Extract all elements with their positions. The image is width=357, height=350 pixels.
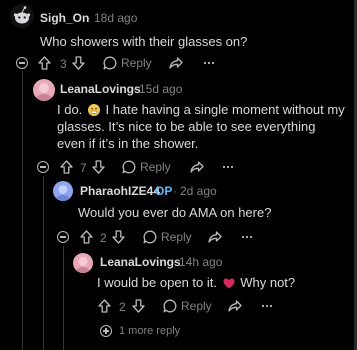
share-icon [169,57,183,69]
snoo-avatar-icon [13,6,31,24]
user-avatar-icon [76,257,90,273]
vote-count: 2 [100,231,107,245]
comment-body: I do. I hate having a single moment with… [57,101,347,152]
comment-username[interactable]: Sigh_On [40,11,89,25]
upvote-button[interactable] [60,160,73,174]
thread-line [63,246,64,350]
downvote-button[interactable] [132,299,145,313]
comment-separator: · [173,184,177,198]
more-replies-link[interactable]: 1 more reply [100,325,180,337]
share-button[interactable] [208,231,222,243]
more-options-button[interactable] [203,57,215,69]
share-icon [228,300,242,312]
more-icon [222,165,234,169]
collapse-icon[interactable] [57,231,69,243]
reply-button[interactable]: Reply [163,299,212,313]
reply-bubble-icon [143,230,157,244]
reply-label: Reply [121,56,152,70]
op-badge: OP [155,184,173,198]
more-options-button[interactable] [261,300,273,312]
comment-body-text: I hate having a single moment without my… [57,102,345,151]
avatar[interactable] [53,181,73,201]
reply-bubble-icon [122,160,136,174]
thread-line [43,176,44,350]
comment-body-text: Why not? [236,275,296,290]
avatar[interactable] [10,4,34,28]
comment-username[interactable]: LeanaLovings [100,255,181,269]
collapse-icon[interactable] [37,161,49,173]
upvote-button[interactable] [80,230,93,244]
grimacing-face-emoji-icon [87,104,100,116]
more-icon [203,61,215,65]
downvote-icon [132,299,145,313]
upvote-icon [38,56,51,70]
vote-count: 3 [60,57,67,71]
comment-timestamp: 14h ago [179,255,223,269]
upvote-button[interactable] [38,56,51,70]
comment-timestamp: 15d ago [139,82,183,96]
comment-separator: · [132,82,136,96]
vote-count: 2 [119,300,126,314]
reply-label: Reply [181,299,212,313]
reply-label: Reply [161,230,192,244]
downvote-button[interactable] [72,56,85,70]
downvote-icon [72,56,85,70]
user-avatar-icon [36,83,52,101]
comment-username[interactable]: LeanaLovings [60,82,141,96]
avatar[interactable] [33,79,55,101]
vote-count: 7 [80,161,87,175]
collapse-icon[interactable] [16,57,28,69]
share-icon [190,161,204,173]
comment-timestamp: 2d ago [180,184,217,198]
downvote-button[interactable] [92,160,105,174]
more-icon [261,304,273,308]
reply-button[interactable]: Reply [143,230,192,244]
more-options-button[interactable] [222,161,234,173]
reply-button[interactable]: Reply [103,56,152,70]
share-button[interactable] [169,57,183,69]
comment-body: Who showers with their glasses on? [40,34,248,49]
comment-body-text: I would be open to it. [97,275,217,290]
comment-separator: · [172,255,176,269]
upvote-icon [80,230,93,244]
thread-line [22,71,23,350]
downvote-icon [112,230,125,244]
more-icon [241,235,253,239]
comment-body-text: I do. [57,102,83,117]
user-avatar-icon [56,185,70,201]
comment-timestamp: 18d ago [94,11,138,25]
share-button[interactable] [228,300,242,312]
comment-body: I would be open to it. Why not? [97,274,347,291]
comment-username[interactable]: PharaohIZE44 [80,184,160,198]
share-icon [208,231,222,243]
upvote-button[interactable] [98,299,111,313]
avatar[interactable] [73,253,93,273]
downvote-button[interactable] [112,230,125,244]
comment-body: Would you ever do AMA on here? [78,205,272,220]
upvote-icon [60,160,73,174]
share-button[interactable] [190,161,204,173]
reply-label: Reply [140,160,171,174]
more-options-button[interactable] [241,231,253,243]
downvote-icon [92,160,105,174]
upvote-icon [98,299,111,313]
reply-bubble-icon [103,56,117,70]
comment-separator: · [87,11,91,25]
expand-icon [100,325,112,337]
reply-bubble-icon [163,299,177,313]
reply-button[interactable]: Reply [122,160,171,174]
more-replies-label: 1 more reply [119,325,181,337]
red-heart-emoji-icon [223,278,235,289]
